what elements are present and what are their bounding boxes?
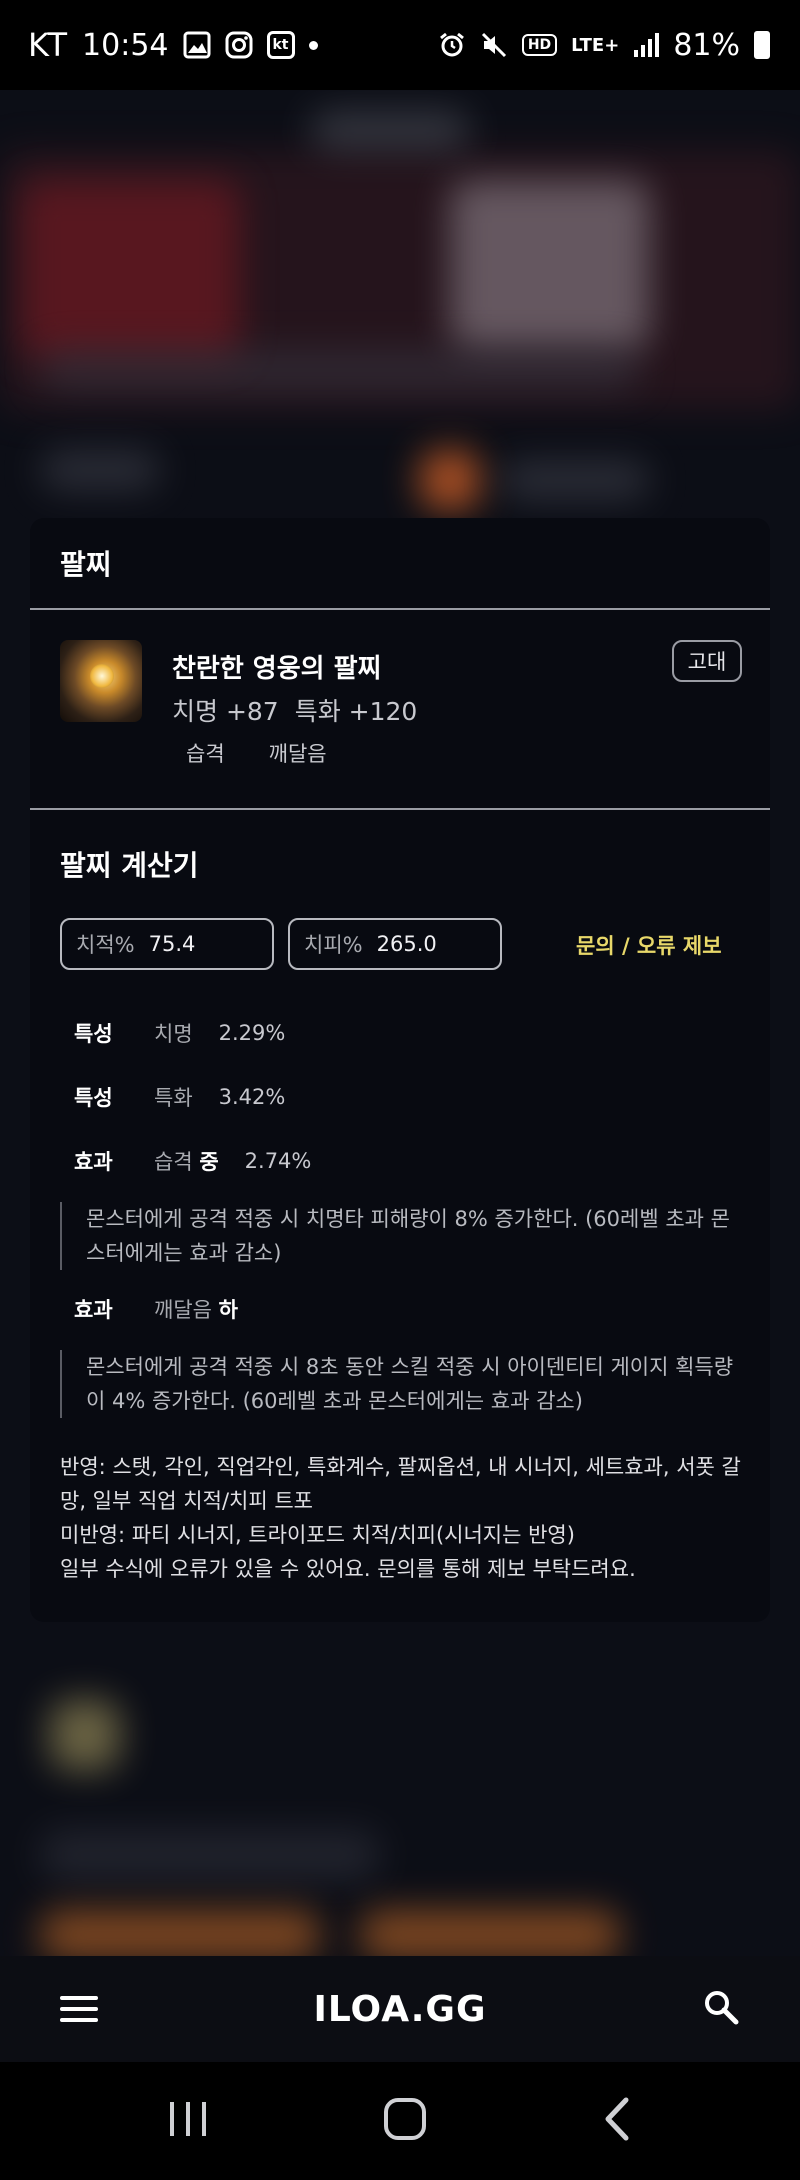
system-nav-bar bbox=[0, 2062, 800, 2180]
crit-damage-field[interactable]: 치피% 265.0 bbox=[288, 918, 502, 970]
modal-header: 팔찌 bbox=[30, 518, 770, 610]
result-row: 특성 치명 2.29% bbox=[74, 1018, 285, 1048]
result-row: 효과 깨달음 하 bbox=[74, 1294, 264, 1324]
crit-rate-value[interactable]: 75.4 bbox=[149, 932, 196, 956]
effect-tier: 하 bbox=[218, 1298, 238, 1322]
result-row: 효과 습격 중 2.74% bbox=[74, 1146, 311, 1176]
home-icon[interactable] bbox=[382, 2096, 428, 2146]
item-name: 찬란한 영웅의 팔찌 bbox=[172, 654, 382, 684]
status-bar: KT 10:54 kt HD LTE+ 81% bbox=[0, 0, 800, 90]
alarm-icon bbox=[438, 31, 466, 59]
app-bottom-bar: ILOA.GG bbox=[0, 1956, 800, 2062]
mute-icon bbox=[480, 31, 508, 59]
report-error-link[interactable]: 문의 / 오류 제보 bbox=[576, 930, 722, 960]
item-stats: 치명 +87 특화 +120 bbox=[172, 692, 417, 728]
bracelet-modal: 팔찌 찬란한 영웅의 팔찌 치명 +87 특화 +120 습격 깨달음 고대 팔… bbox=[30, 518, 770, 1622]
effect-description: 몬스터에게 공격 적중 시 8초 동안 스킬 적중 시 아이덴티티 게이지 획득… bbox=[60, 1350, 740, 1418]
row-label: 특성 bbox=[74, 1086, 113, 1110]
back-icon[interactable] bbox=[600, 2096, 634, 2146]
modal-title: 팔찌 bbox=[60, 548, 112, 581]
grade-badge: 고대 bbox=[672, 640, 742, 682]
item-card: 찬란한 영웅의 팔찌 치명 +87 특화 +120 습격 깨달음 고대 bbox=[30, 610, 770, 810]
item-tag-enlightenment: 깨달음 bbox=[268, 742, 327, 766]
recent-apps-icon[interactable] bbox=[166, 2099, 210, 2143]
crit-damage-value[interactable]: 265.0 bbox=[377, 932, 437, 956]
note-applied: 반영: 스탯, 각인, 직업각인, 특화계수, 팔찌옵션, 내 시너지, 세트효… bbox=[60, 1455, 741, 1513]
row-value: 3.42% bbox=[218, 1085, 286, 1109]
kt-app-icon: kt bbox=[266, 31, 295, 59]
hamburger-menu-icon[interactable] bbox=[60, 1996, 98, 2022]
item-stat-crit: 치명 +87 bbox=[172, 697, 279, 726]
row-name: 습격 중 bbox=[154, 1146, 219, 1176]
hd-voice-icon: HD bbox=[521, 34, 558, 56]
item-stat-spec: 특화 +120 bbox=[294, 697, 418, 726]
result-row: 특성 특화 3.42% bbox=[74, 1082, 285, 1112]
battery-percent: 81% bbox=[673, 27, 740, 63]
row-name: 특화 bbox=[154, 1086, 193, 1110]
item-tags: 습격 깨달음 bbox=[186, 738, 327, 768]
calculator-notes: 반영: 스탯, 각인, 직업각인, 특화계수, 팔찌옵션, 내 시너지, 세트효… bbox=[60, 1450, 750, 1586]
row-name: 치명 bbox=[154, 1022, 193, 1046]
effect-description: 몬스터에게 공격 적중 시 치명타 피해량이 8% 증가한다. (60레벨 초과… bbox=[60, 1202, 740, 1270]
gallery-icon bbox=[183, 31, 211, 59]
clock: 10:54 bbox=[82, 27, 169, 63]
effect-tier: 중 bbox=[199, 1150, 219, 1174]
bracelet-item-image bbox=[60, 640, 142, 722]
row-label: 효과 bbox=[74, 1298, 113, 1322]
row-name: 깨달음 하 bbox=[154, 1294, 238, 1324]
row-label: 특성 bbox=[74, 1022, 113, 1046]
crit-rate-label: 치적% bbox=[76, 933, 135, 957]
signal-icon bbox=[633, 32, 660, 58]
row-value: 2.74% bbox=[244, 1149, 312, 1173]
row-label: 효과 bbox=[74, 1150, 113, 1174]
crit-damage-label: 치피% bbox=[304, 933, 363, 957]
search-icon[interactable] bbox=[702, 1988, 740, 2030]
effect-name: 깨달음 bbox=[154, 1298, 212, 1322]
note-disclaimer: 일부 수식에 오류가 있을 수 있어요. 문의를 통해 제보 부탁드려요. bbox=[60, 1557, 636, 1581]
instagram-icon bbox=[225, 31, 253, 59]
carrier-label: KT bbox=[28, 26, 69, 64]
calculator-title: 팔찌 계산기 bbox=[60, 849, 199, 882]
site-logo[interactable]: ILOA.GG bbox=[314, 1989, 487, 2030]
notification-dot-icon bbox=[308, 40, 318, 50]
note-not-applied: 미반영: 파티 시너지, 트라이포드 치적/치피(시너지는 반영) bbox=[60, 1523, 575, 1547]
crit-rate-field[interactable]: 치적% 75.4 bbox=[60, 918, 274, 970]
row-value: 2.29% bbox=[218, 1021, 286, 1045]
lte-icon: LTE+ bbox=[571, 34, 620, 56]
effect-name: 습격 bbox=[154, 1150, 193, 1174]
item-tag-raid: 습격 bbox=[186, 742, 225, 766]
battery-icon bbox=[754, 31, 770, 59]
